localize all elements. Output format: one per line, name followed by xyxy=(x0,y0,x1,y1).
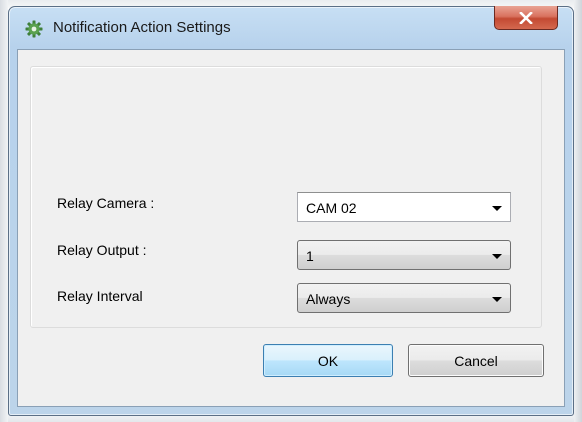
desktop-edge-left xyxy=(0,0,8,422)
close-icon xyxy=(519,11,533,24)
relay-camera-label: Relay Camera : xyxy=(57,195,155,211)
close-button[interactable] xyxy=(494,6,558,30)
chevron-down-icon xyxy=(492,206,502,211)
title-bar[interactable]: Notification Action Settings xyxy=(9,6,573,49)
settings-group-box: Relay Camera : CAM 02 Relay Output : 1 R… xyxy=(30,66,542,328)
chevron-down-icon xyxy=(492,254,502,259)
dialog-client-area: Relay Camera : CAM 02 Relay Output : 1 R… xyxy=(17,49,565,407)
relay-output-select[interactable]: 1 xyxy=(297,240,511,270)
chevron-down-icon xyxy=(492,297,502,302)
cancel-button[interactable]: Cancel xyxy=(408,344,544,377)
relay-output-label: Relay Output : xyxy=(57,242,147,258)
relay-camera-value: CAM 02 xyxy=(306,200,357,216)
desktop-edge-right xyxy=(574,0,582,422)
ok-button[interactable]: OK xyxy=(263,344,393,377)
notification-action-settings-dialog: Notification Action Settings Relay Camer… xyxy=(8,6,574,416)
window-title: Notification Action Settings xyxy=(53,19,231,36)
relay-interval-value: Always xyxy=(306,291,351,307)
relay-camera-select[interactable]: CAM 02 xyxy=(297,192,511,222)
gear-icon xyxy=(25,20,43,38)
relay-interval-label: Relay Interval xyxy=(57,288,143,304)
relay-interval-select[interactable]: Always xyxy=(297,283,511,313)
relay-output-value: 1 xyxy=(306,248,314,264)
